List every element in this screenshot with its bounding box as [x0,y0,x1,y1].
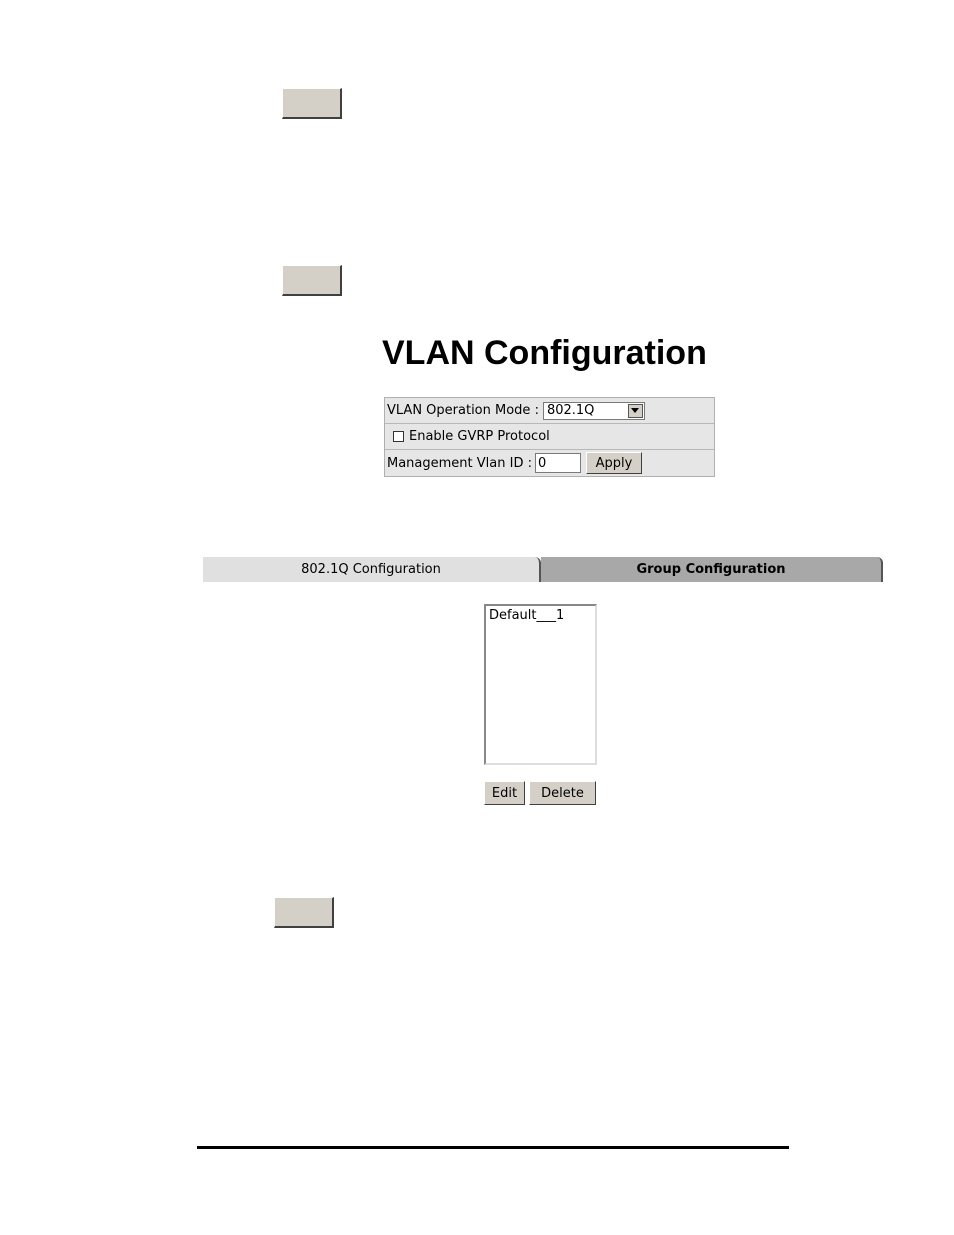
gvrp-checkbox[interactable] [393,431,404,442]
chevron-down-icon[interactable] [627,403,643,418]
gvrp-label: Enable GVRP Protocol [409,429,550,444]
operation-mode-label: VLAN Operation Mode : [387,403,539,418]
mgmt-vlan-input[interactable]: 0 [534,453,581,473]
apply-button[interactable]: Apply [585,452,642,474]
mgmt-vlan-row: Management Vlan ID : 0 Apply [385,450,714,476]
gvrp-row: Enable GVRP Protocol [385,424,714,450]
page-title: VLAN Configuration [382,334,707,372]
operation-mode-select[interactable]: 802.1Q [542,401,645,420]
operation-mode-row: VLAN Operation Mode : 802.1Q [385,398,714,424]
vlan-group-list[interactable]: Default___1 [484,604,597,765]
mgmt-vlan-label: Management Vlan ID : [387,455,532,471]
tab-group-configuration[interactable]: Group Configuration [541,557,883,582]
tab-8021q-configuration[interactable]: 802.1Q Configuration [203,557,541,582]
footer-rule [197,1146,789,1149]
blank-button-2[interactable] [282,265,342,296]
blank-button-3[interactable] [274,897,334,928]
edit-button[interactable]: Edit [484,781,525,805]
operation-mode-value: 802.1Q [546,403,595,418]
list-item[interactable]: Default___1 [489,608,592,623]
vlan-settings-panel: VLAN Operation Mode : 802.1Q Enable GVRP… [384,397,715,477]
delete-button[interactable]: Delete [529,781,596,805]
blank-button-1[interactable] [282,88,342,119]
